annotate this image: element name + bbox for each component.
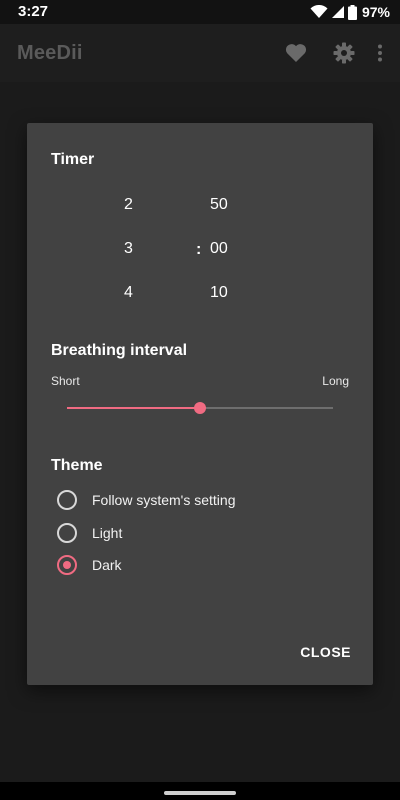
cell-signal-icon — [331, 5, 345, 19]
settings-dialog: Timer 2 3 4 : 50 00 10 Breathing interva… — [27, 123, 373, 685]
heart-icon[interactable] — [278, 38, 314, 68]
minutes-selected-value[interactable]: 3 — [124, 240, 133, 258]
breathing-interval-slider[interactable] — [67, 402, 333, 414]
timer-title: Timer — [51, 151, 95, 168]
slider-active-track — [67, 407, 200, 409]
status-icons: 97% — [310, 3, 390, 21]
radio-selected-dot — [63, 561, 71, 569]
slider-min-label: Short — [51, 374, 80, 388]
seconds-prev-value[interactable]: 50 — [210, 196, 228, 214]
minutes-prev-value[interactable]: 2 — [124, 196, 133, 214]
app-bar: MeeDii — [0, 24, 400, 82]
seconds-selected-value[interactable]: 00 — [210, 240, 228, 258]
theme-option-light[interactable]: Light — [57, 519, 122, 547]
app-title: MeeDii — [17, 42, 83, 64]
theme-option-label: Dark — [92, 557, 122, 573]
theme-option-dark[interactable]: Dark — [57, 551, 122, 579]
radio-button[interactable] — [57, 523, 77, 543]
battery-percentage: 97% — [361, 4, 390, 20]
theme-option-label: Light — [92, 525, 123, 541]
gesture-handle[interactable] — [164, 791, 236, 795]
more-vert-icon[interactable] — [370, 38, 390, 68]
close-button[interactable]: CLOSE — [300, 644, 351, 660]
app-actions — [266, 38, 390, 68]
status-bar: 3:27 97% — [0, 0, 400, 24]
slider-max-label: Long — [322, 374, 349, 388]
theme-title: Theme — [51, 457, 103, 474]
theme-option-label: Follow system's setting — [92, 492, 236, 508]
status-time: 3:27 — [18, 3, 49, 20]
wifi-icon — [310, 5, 328, 19]
gear-icon[interactable] — [326, 38, 362, 68]
battery-icon — [347, 4, 357, 20]
breathing-interval-title: Breathing interval — [51, 342, 188, 359]
radio-button[interactable] — [57, 490, 77, 510]
seconds-next-value[interactable]: 10 — [210, 284, 228, 302]
radio-button[interactable] — [57, 555, 77, 575]
timer-separator: : — [196, 241, 202, 258]
minutes-next-value[interactable]: 4 — [124, 284, 133, 302]
theme-option-follow-system[interactable]: Follow system's setting — [57, 486, 236, 514]
slider-thumb[interactable] — [194, 402, 206, 414]
